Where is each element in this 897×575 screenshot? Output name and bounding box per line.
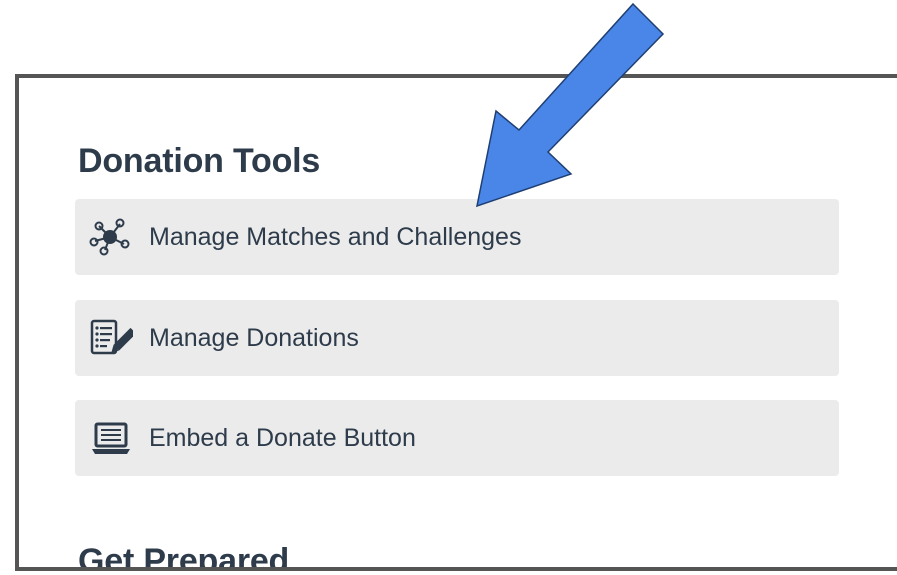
screenshot-stage: Donation Tools Manage Matches and Challe… xyxy=(0,0,897,575)
edit-list-icon xyxy=(89,318,135,358)
manage-matches-button[interactable]: Manage Matches and Challenges xyxy=(75,199,839,275)
embed-donate-label: Embed a Donate Button xyxy=(149,423,416,452)
section-title-donation-tools: Donation Tools xyxy=(78,142,321,180)
network-nodes-icon xyxy=(89,217,135,257)
manage-donations-button[interactable]: Manage Donations xyxy=(75,300,839,376)
laptop-icon xyxy=(89,418,135,458)
manage-donations-label: Manage Donations xyxy=(149,323,359,352)
manage-matches-label: Manage Matches and Challenges xyxy=(149,222,522,251)
donation-tools-panel: Donation Tools Manage Matches and Challe… xyxy=(15,74,897,571)
section-title-get-prepared: Get Prepared xyxy=(78,542,290,571)
embed-donate-button[interactable]: Embed a Donate Button xyxy=(75,400,839,476)
